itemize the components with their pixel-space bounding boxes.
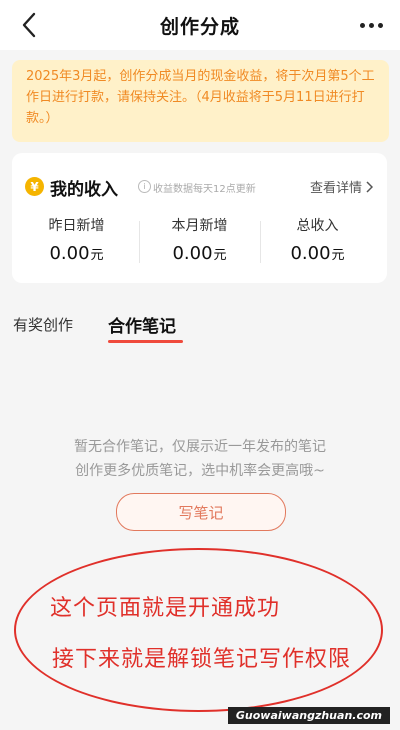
coin-icon: ¥ [25,177,44,196]
stat-unit: 元 [213,248,227,263]
empty-state-message: 暂无合作笔记，仅展示近一年发布的笔记 [74,439,326,455]
stat-number: 0.00 [290,243,331,264]
more-horizontal-icon [359,22,365,28]
tab-bar: 有奖创作 合作笔记 [0,310,400,350]
stat-value: 0.00元 [255,243,380,264]
page-title: 创作分成 [159,15,240,38]
view-details-label: 查看详情 [309,181,362,196]
income-card: ¥ 我的收入 i 收益数据每天12点更新 查看详情 昨日新增 0.00元 本月新… [12,153,387,283]
tab-cooperation-notes[interactable]: 合作笔记 [108,312,176,337]
stat-unit: 元 [90,248,104,263]
site-watermark: Guowaiwangzhuan.com [227,707,390,724]
stat-label: 总收入 [296,218,339,234]
annotation-circle [14,548,383,712]
income-update-note: 收益数据每天12点更新 [153,184,256,195]
more-horizontal-icon [377,22,383,28]
stat-yesterday: 昨日新增 0.00元 [14,215,139,264]
stat-value: 0.00元 [14,243,139,264]
stat-month: 本月新增 0.00元 [137,215,262,264]
income-title: 我的收入 [50,180,118,200]
info-icon: i [138,180,151,193]
chevron-left-icon [22,12,36,38]
empty-state-hint: 创作更多优质笔记，选中机率会更高哦~ [75,463,325,479]
stat-total: 总收入 0.00元 [255,215,380,264]
payment-notice: 2025年3月起，创作分成当月的现金收益，将于次月第5个工作日进行打款，请保持关… [12,60,389,142]
annotation-text: 这个页面就是开通成功 [50,596,281,621]
more-horizontal-icon [368,22,374,28]
stat-number: 0.00 [49,243,90,264]
stat-value: 0.00元 [137,243,262,264]
tab-rewarded-creation[interactable]: 有奖创作 [13,314,73,335]
active-tab-indicator [108,340,183,343]
stat-number: 0.00 [172,243,213,264]
chevron-right-icon [366,180,373,193]
stat-unit: 元 [331,248,345,263]
more-button[interactable] [356,14,386,36]
top-bar: 创作分成 [0,0,400,50]
back-button[interactable] [14,10,44,40]
write-note-button[interactable]: 写笔记 [116,493,286,531]
view-details-link[interactable]: 查看详情 [310,177,373,196]
annotation-text: 接下来就是解锁笔记写作权限 [52,647,352,672]
stat-label: 本月新增 [171,218,228,234]
stat-label: 昨日新增 [48,218,105,234]
